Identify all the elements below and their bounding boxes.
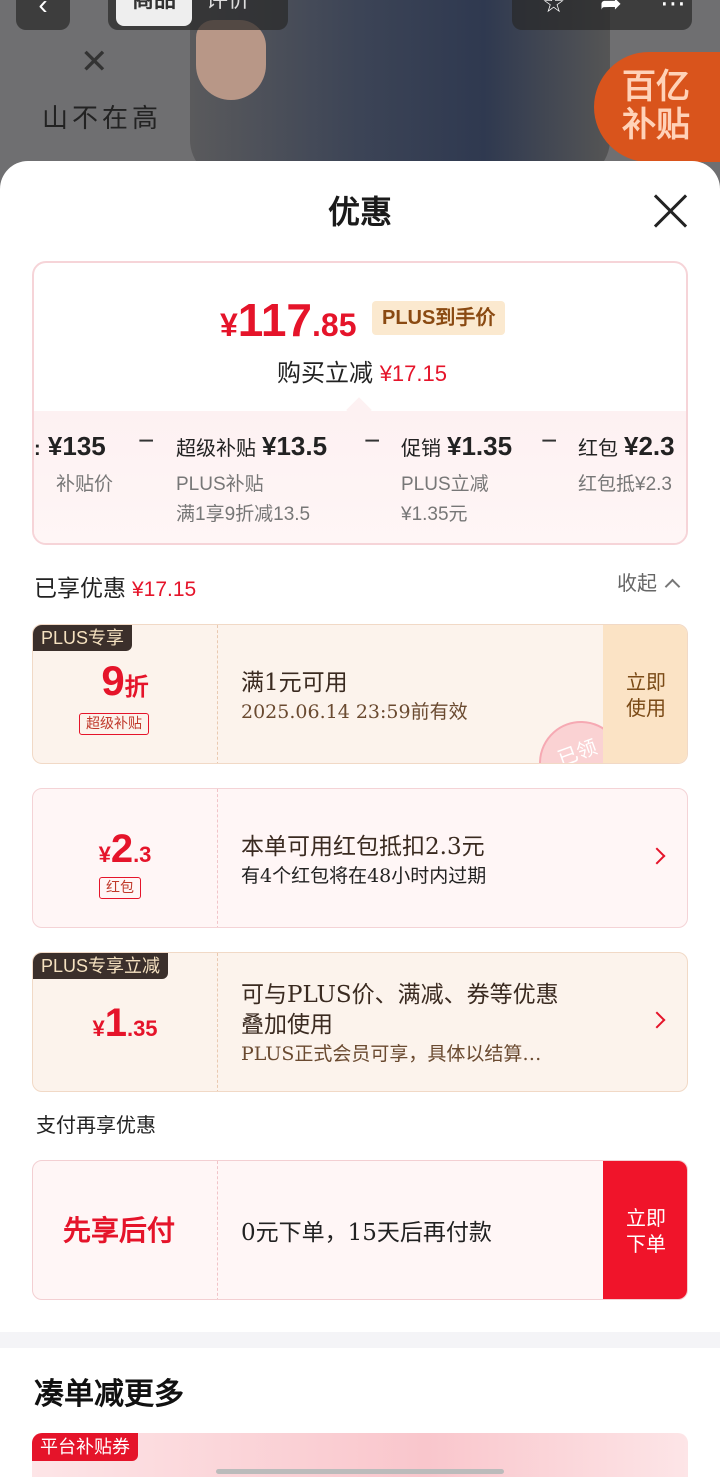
coupon-expiry: 2025.06.14 23:59前有效 <box>241 701 468 723</box>
breakdown-item-red-packet: 红包 ¥2.3 红包抵¥2.3 <box>578 431 675 495</box>
instant-desc: 可与PLUS价、满减、券等优惠 <box>241 982 559 1008</box>
brand-logo: 山不在高 <box>42 104 163 134</box>
minus-sign: − <box>364 425 381 456</box>
close-icon[interactable] <box>650 191 690 231</box>
close-icon[interactable]: ✕ <box>80 42 109 82</box>
red-packet-desc: 本单可用红包抵扣2.3元 <box>241 834 485 860</box>
red-packet-expiry: 有4个红包将在48小时内过期 <box>241 865 487 887</box>
discount-sheet: 优惠 ¥117.85 PLUS到手价 购买立减 ¥17.15 : ¥135 补贴… <box>0 161 720 1477</box>
coupon-plus-instant[interactable]: PLUS专享立减 ¥1.35 可与PLUS价、满减、券等优惠 叠加使用 PLUS… <box>32 952 688 1092</box>
order-now-button[interactable]: 立即 下单 <box>603 1161 687 1299</box>
use-now-button[interactable]: 立即 使用 <box>603 625 687 763</box>
price-summary-card: ¥117.85 PLUS到手价 购买立减 ¥17.15 : ¥135 补贴价 −… <box>32 261 688 545</box>
super-subsidy-tag: 超级补贴 <box>79 713 149 735</box>
coupon-plus-discount[interactable]: PLUS专享 9折 超级补贴 满1元可用 2025.06.14 23:59前有效… <box>32 624 688 764</box>
bundle-more-title: 凑单减更多 <box>34 1377 184 1412</box>
minus-sign: − <box>541 425 558 456</box>
instant-desc-2: 叠加使用 <box>241 1012 333 1038</box>
chevron-right-icon <box>648 1011 666 1029</box>
sheet-title: 优惠 <box>327 193 392 231</box>
discount-value: 9折 <box>101 657 149 704</box>
plus-exclusive-tag: PLUS专享 <box>33 625 133 651</box>
chevron-up-icon <box>664 578 681 595</box>
payment-section-label: 支付再享优惠 <box>36 1113 156 1137</box>
plus-instant-tag: PLUS专享立减 <box>33 953 169 979</box>
top-navigation: ‹ 商品 评价 ☆ ➦ ⋯ <box>16 0 692 30</box>
minus-sign: − <box>138 425 155 456</box>
breakdown-item-promotion: 促销 ¥1.35 PLUS立减 ¥1.35元 <box>401 431 513 525</box>
instant-discount: 购买立减 ¥17.15 <box>277 360 447 387</box>
instant-note: PLUS正式会员可享，具体以结算… <box>241 1043 542 1065</box>
star-icon[interactable]: ☆ <box>542 0 565 16</box>
section-divider <box>0 1332 720 1348</box>
price-breakdown: : ¥135 补贴价 − 超级补贴 ¥13.5 PLUS补贴 满1享9折减13.5 … <box>34 411 686 543</box>
plus-price-tag: PLUS到手价 <box>372 301 506 335</box>
instant-value: ¥1.35 <box>92 1001 158 1045</box>
collapse-button[interactable]: 收起 <box>617 567 681 596</box>
pay-later-title: 先享后付 <box>63 1214 176 1247</box>
red-packet-tag: 红包 <box>99 877 141 899</box>
breakdown-item-super-subsidy: 超级补贴 ¥13.5 PLUS补贴 满1享9折减13.5 <box>176 431 328 525</box>
more-icon[interactable]: ⋯ <box>660 0 686 16</box>
product-image-hand <box>196 20 266 100</box>
pay-later-card[interactable]: 先享后付 0元下单，15天后再付款 立即 下单 <box>32 1160 688 1300</box>
coupon-condition: 满1元可用 <box>241 670 348 696</box>
tab-reviews[interactable]: 评价 <box>206 0 250 11</box>
chevron-left-icon: ‹ <box>38 0 48 20</box>
back-button[interactable]: ‹ <box>16 0 70 30</box>
pay-later-desc: 0元下单，15天后再付款 <box>241 1220 492 1246</box>
platform-subsidy-tag: 平台补贴券 <box>32 1433 138 1461</box>
enjoyed-discount: 已享优惠 ¥17.15 <box>34 575 197 601</box>
share-icon[interactable]: ➦ <box>600 0 622 16</box>
coupon-red-packet[interactable]: ¥2.3 红包 本单可用红包抵扣2.3元 有4个红包将在48小时内过期 <box>32 788 688 928</box>
red-packet-value: ¥2.3 <box>98 827 152 871</box>
home-indicator <box>216 1469 504 1474</box>
nav-tabs: 商品 评价 <box>108 0 288 30</box>
tab-product[interactable]: 商品 <box>116 0 192 26</box>
nav-actions: ☆ ➦ ⋯ <box>512 0 692 30</box>
final-price: ¥117.85 <box>220 294 357 346</box>
breakdown-item-subsidy-price: : ¥135 补贴价 <box>34 431 114 495</box>
subsidy-badge: 百亿 补贴 <box>594 52 720 162</box>
chevron-right-icon <box>648 847 666 865</box>
